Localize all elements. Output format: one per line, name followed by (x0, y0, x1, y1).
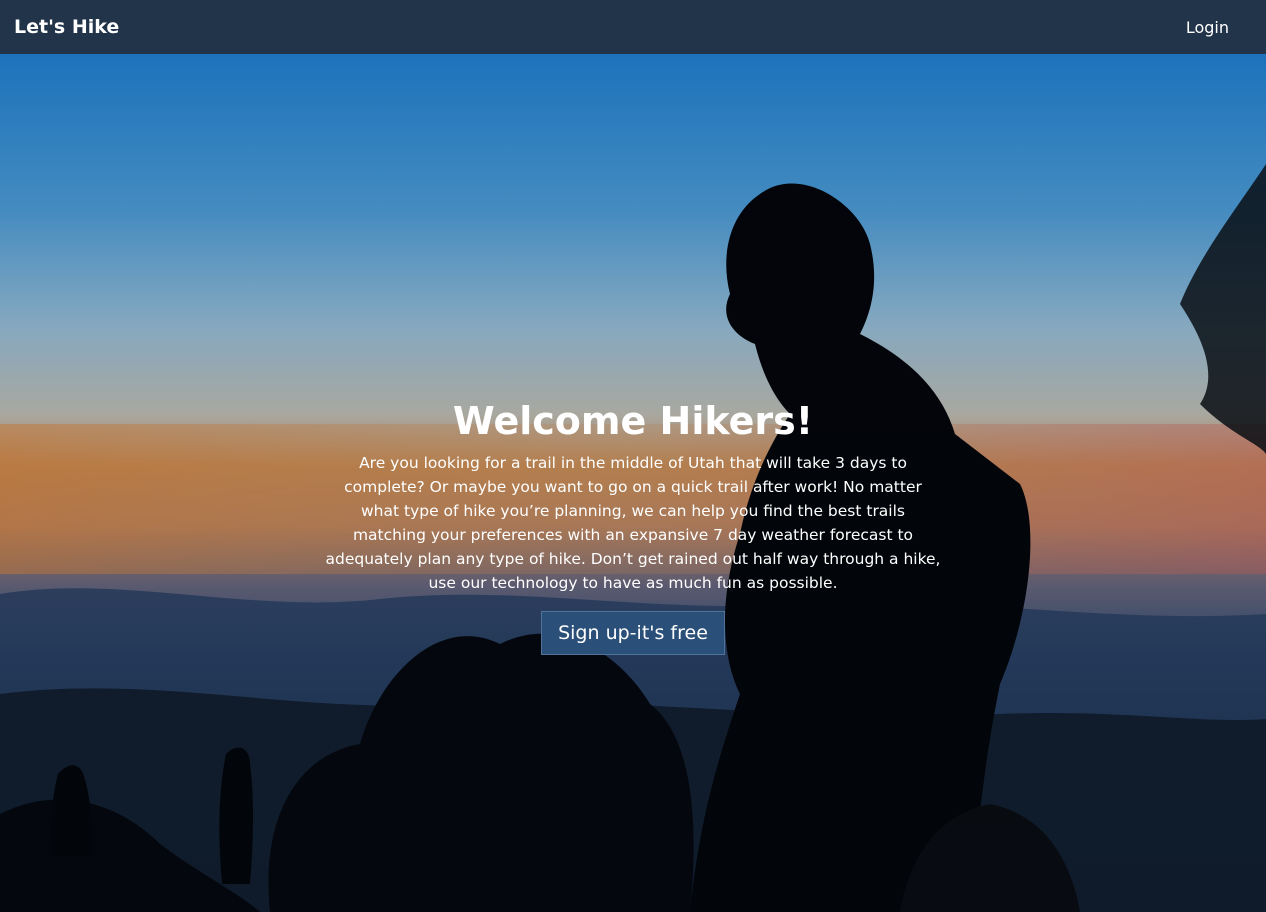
hero-section: Welcome Hikers! Are you looking for a tr… (0, 54, 1266, 912)
hero-title: Welcome Hikers! (452, 399, 814, 443)
login-link[interactable]: Login (1186, 18, 1229, 37)
top-navbar: Let's Hike Login (0, 0, 1266, 54)
hero-description: Are you looking for a trail in the middl… (325, 453, 941, 592)
signup-button[interactable]: Sign up-it's free (541, 610, 725, 655)
hero-content: Welcome Hikers! Are you looking for a tr… (320, 399, 946, 655)
brand-logo-link[interactable]: Let's Hike (14, 16, 119, 38)
